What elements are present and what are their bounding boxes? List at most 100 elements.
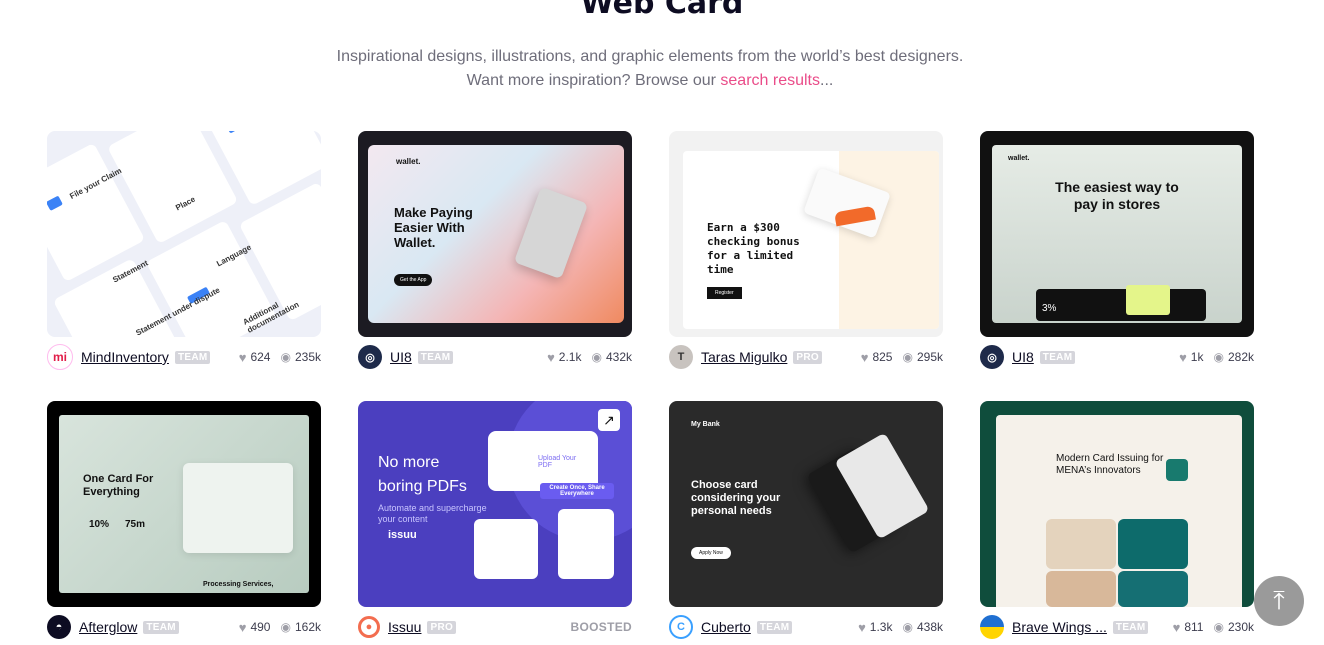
- page-subtitle: Inspirational designs, illustrations, an…: [0, 45, 1300, 93]
- get-app-button: Get the App: [394, 274, 433, 286]
- external-link-icon[interactable]: ↗: [598, 409, 620, 431]
- eye-icon: ◉: [1213, 620, 1224, 634]
- views-value: 230k: [1227, 620, 1254, 634]
- shot-meta: ◎ UI8 TEAM ♥ 2.1k ◉ 432k: [358, 343, 632, 371]
- subtitle-line-2: Want more inspiration? Browse our: [466, 72, 716, 89]
- team-badge: TEAM: [1112, 620, 1149, 634]
- heart-icon: ♥: [238, 619, 247, 635]
- shot-card: No more boring PDFs Automate and superch…: [358, 401, 632, 641]
- shot-card: Earn a $300 checking bonus for a limited…: [669, 131, 943, 371]
- avatar[interactable]: mi: [47, 344, 73, 370]
- shot-stats: ♥ 2.1k ◉ 432k: [547, 350, 632, 365]
- shot-thumbnail[interactable]: One Card For Everything 10% 75m Processi…: [47, 401, 321, 607]
- shot-meta: ◓ Afterglow TEAM ♥ 490 ◉ 162k: [47, 613, 321, 641]
- shot-text: wallet.: [1008, 155, 1030, 162]
- shot-thumbnail[interactable]: File your Claim Place Language Statement…: [47, 131, 321, 337]
- shot-text: Upload Your PDF: [538, 455, 577, 469]
- heart-icon: ♥: [238, 349, 247, 365]
- heart-icon: ♥: [858, 619, 866, 635]
- shot-card: File your Claim Place Language Statement…: [47, 131, 321, 371]
- author-name[interactable]: UI8: [1012, 349, 1034, 365]
- shot-text: Modern Card Issuing for MENA’s Innovator…: [1056, 453, 1164, 476]
- shot-thumbnail[interactable]: Modern Card Issuing for MENA’s Innovator…: [980, 401, 1254, 607]
- avatar[interactable]: [980, 615, 1004, 639]
- shot-text: 75m: [125, 519, 146, 530]
- avatar[interactable]: ◎: [358, 345, 382, 369]
- author-name[interactable]: Issuu: [388, 619, 421, 635]
- shot-text: issuu: [388, 529, 417, 541]
- register-button: Register: [707, 287, 742, 299]
- shot-grid: File your Claim Place Language Statement…: [47, 131, 1254, 641]
- heart-icon: ♥: [860, 349, 869, 365]
- shot-thumbnail[interactable]: Earn a $300 checking bonus for a limited…: [669, 131, 943, 337]
- shot-thumbnail[interactable]: No more boring PDFs Automate and superch…: [358, 401, 632, 607]
- likes-value: 490: [250, 620, 271, 634]
- shot-meta: Brave Wings ... TEAM ♥ 811 ◉ 230k: [980, 613, 1254, 641]
- likes-count[interactable]: ♥ 2.1k: [547, 350, 581, 365]
- author-name[interactable]: Taras Migulko: [701, 349, 787, 365]
- shot-card: My Bank Choose card considering your per…: [669, 401, 943, 641]
- views-value: 432k: [605, 350, 632, 364]
- likes-count[interactable]: ♥ 1k: [1179, 350, 1203, 365]
- apply-now-button: Apply Now: [691, 547, 731, 559]
- boosted-label: BOOSTED: [570, 620, 632, 634]
- likes-count[interactable]: ♥ 1.3k: [858, 620, 892, 635]
- shot-text: Processing Services,: [203, 581, 274, 588]
- eye-icon: ◉: [280, 620, 291, 634]
- shot-card: wallet. The easiest way to pay in stores…: [980, 131, 1254, 371]
- author-name[interactable]: UI8: [390, 349, 412, 365]
- likes-value: 624: [250, 350, 271, 364]
- author-name[interactable]: Afterglow: [79, 619, 137, 635]
- shot-text: Make Paying Easier With Wallet.: [394, 205, 473, 250]
- likes-value: 825: [872, 350, 893, 364]
- likes-value: 811: [1184, 620, 1204, 634]
- shot-thumbnail[interactable]: My Bank Choose card considering your per…: [669, 401, 943, 607]
- likes-count[interactable]: ♥ 825: [861, 350, 893, 365]
- avatar[interactable]: C: [669, 615, 693, 639]
- shot-meta: C Cuberto TEAM ♥ 1.3k ◉ 438k: [669, 613, 943, 641]
- shot-text: One Card For Everything: [83, 473, 154, 498]
- views-value: 282k: [1227, 350, 1254, 364]
- eye-icon: ◉: [591, 350, 602, 364]
- shot-meta: T Taras Migulko PRO ♥ 825 ◉ 295k: [669, 343, 943, 371]
- shot-text: The easiest way to pay in stores: [1055, 179, 1179, 212]
- shot-meta: ◎ UI8 TEAM ♥ 1k ◉ 282k: [980, 343, 1254, 371]
- views-count: ◉ 295k: [902, 350, 943, 364]
- eye-icon: ◉: [280, 350, 291, 364]
- shot-thumbnail[interactable]: wallet. The easiest way to pay in stores…: [980, 131, 1254, 337]
- likes-value: 1.3k: [869, 620, 893, 634]
- likes-value: 2.1k: [558, 350, 582, 364]
- likes-count[interactable]: ♥ 811: [1173, 620, 1204, 635]
- likes-count[interactable]: ♥ 490: [239, 620, 271, 635]
- avatar[interactable]: ◓: [47, 615, 71, 639]
- avatar[interactable]: ●: [358, 616, 380, 638]
- heart-icon: ♥: [1172, 619, 1181, 635]
- shot-stats: ♥ 1k ◉ 282k: [1179, 350, 1254, 365]
- shot-thumbnail[interactable]: wallet. Make Paying Easier With Wallet. …: [358, 131, 632, 337]
- views-value: 235k: [294, 350, 321, 364]
- shot-meta: mi MindInventory TEAM ♥ 624 ◉ 235k: [47, 343, 321, 371]
- views-value: 438k: [916, 620, 943, 634]
- shot-meta: ● Issuu PRO BOOSTED: [358, 613, 632, 641]
- shot-text: Choose card considering your personal ne…: [691, 479, 781, 517]
- views-value: 295k: [916, 350, 943, 364]
- avatar[interactable]: T: [669, 345, 693, 369]
- avatar[interactable]: ◎: [980, 345, 1004, 369]
- heart-icon: ♥: [1179, 349, 1187, 365]
- author-name[interactable]: Brave Wings ...: [1012, 619, 1107, 635]
- likes-count[interactable]: ♥ 624: [239, 350, 271, 365]
- likes-value: 1k: [1190, 350, 1204, 364]
- subtitle-line-1: Inspirational designs, illustrations, an…: [336, 48, 964, 65]
- shot-stats: ♥ 1.3k ◉ 438k: [858, 620, 943, 635]
- shot-text: My Bank: [691, 421, 720, 428]
- pro-badge: PRO: [793, 350, 822, 364]
- author-name[interactable]: Cuberto: [701, 619, 751, 635]
- author-name[interactable]: MindInventory: [81, 349, 169, 365]
- eye-icon: ◉: [1213, 350, 1224, 364]
- shot-stats: ♥ 624 ◉ 235k: [239, 350, 321, 365]
- scroll-to-top-button[interactable]: ⤒: [1254, 576, 1304, 626]
- search-results-link[interactable]: search results: [720, 72, 820, 89]
- shot-stats: ♥ 811 ◉ 230k: [1173, 620, 1254, 635]
- shot-text: No more boring PDFs: [378, 454, 467, 495]
- shot-text: Create Once, Share Everywhere: [540, 483, 614, 499]
